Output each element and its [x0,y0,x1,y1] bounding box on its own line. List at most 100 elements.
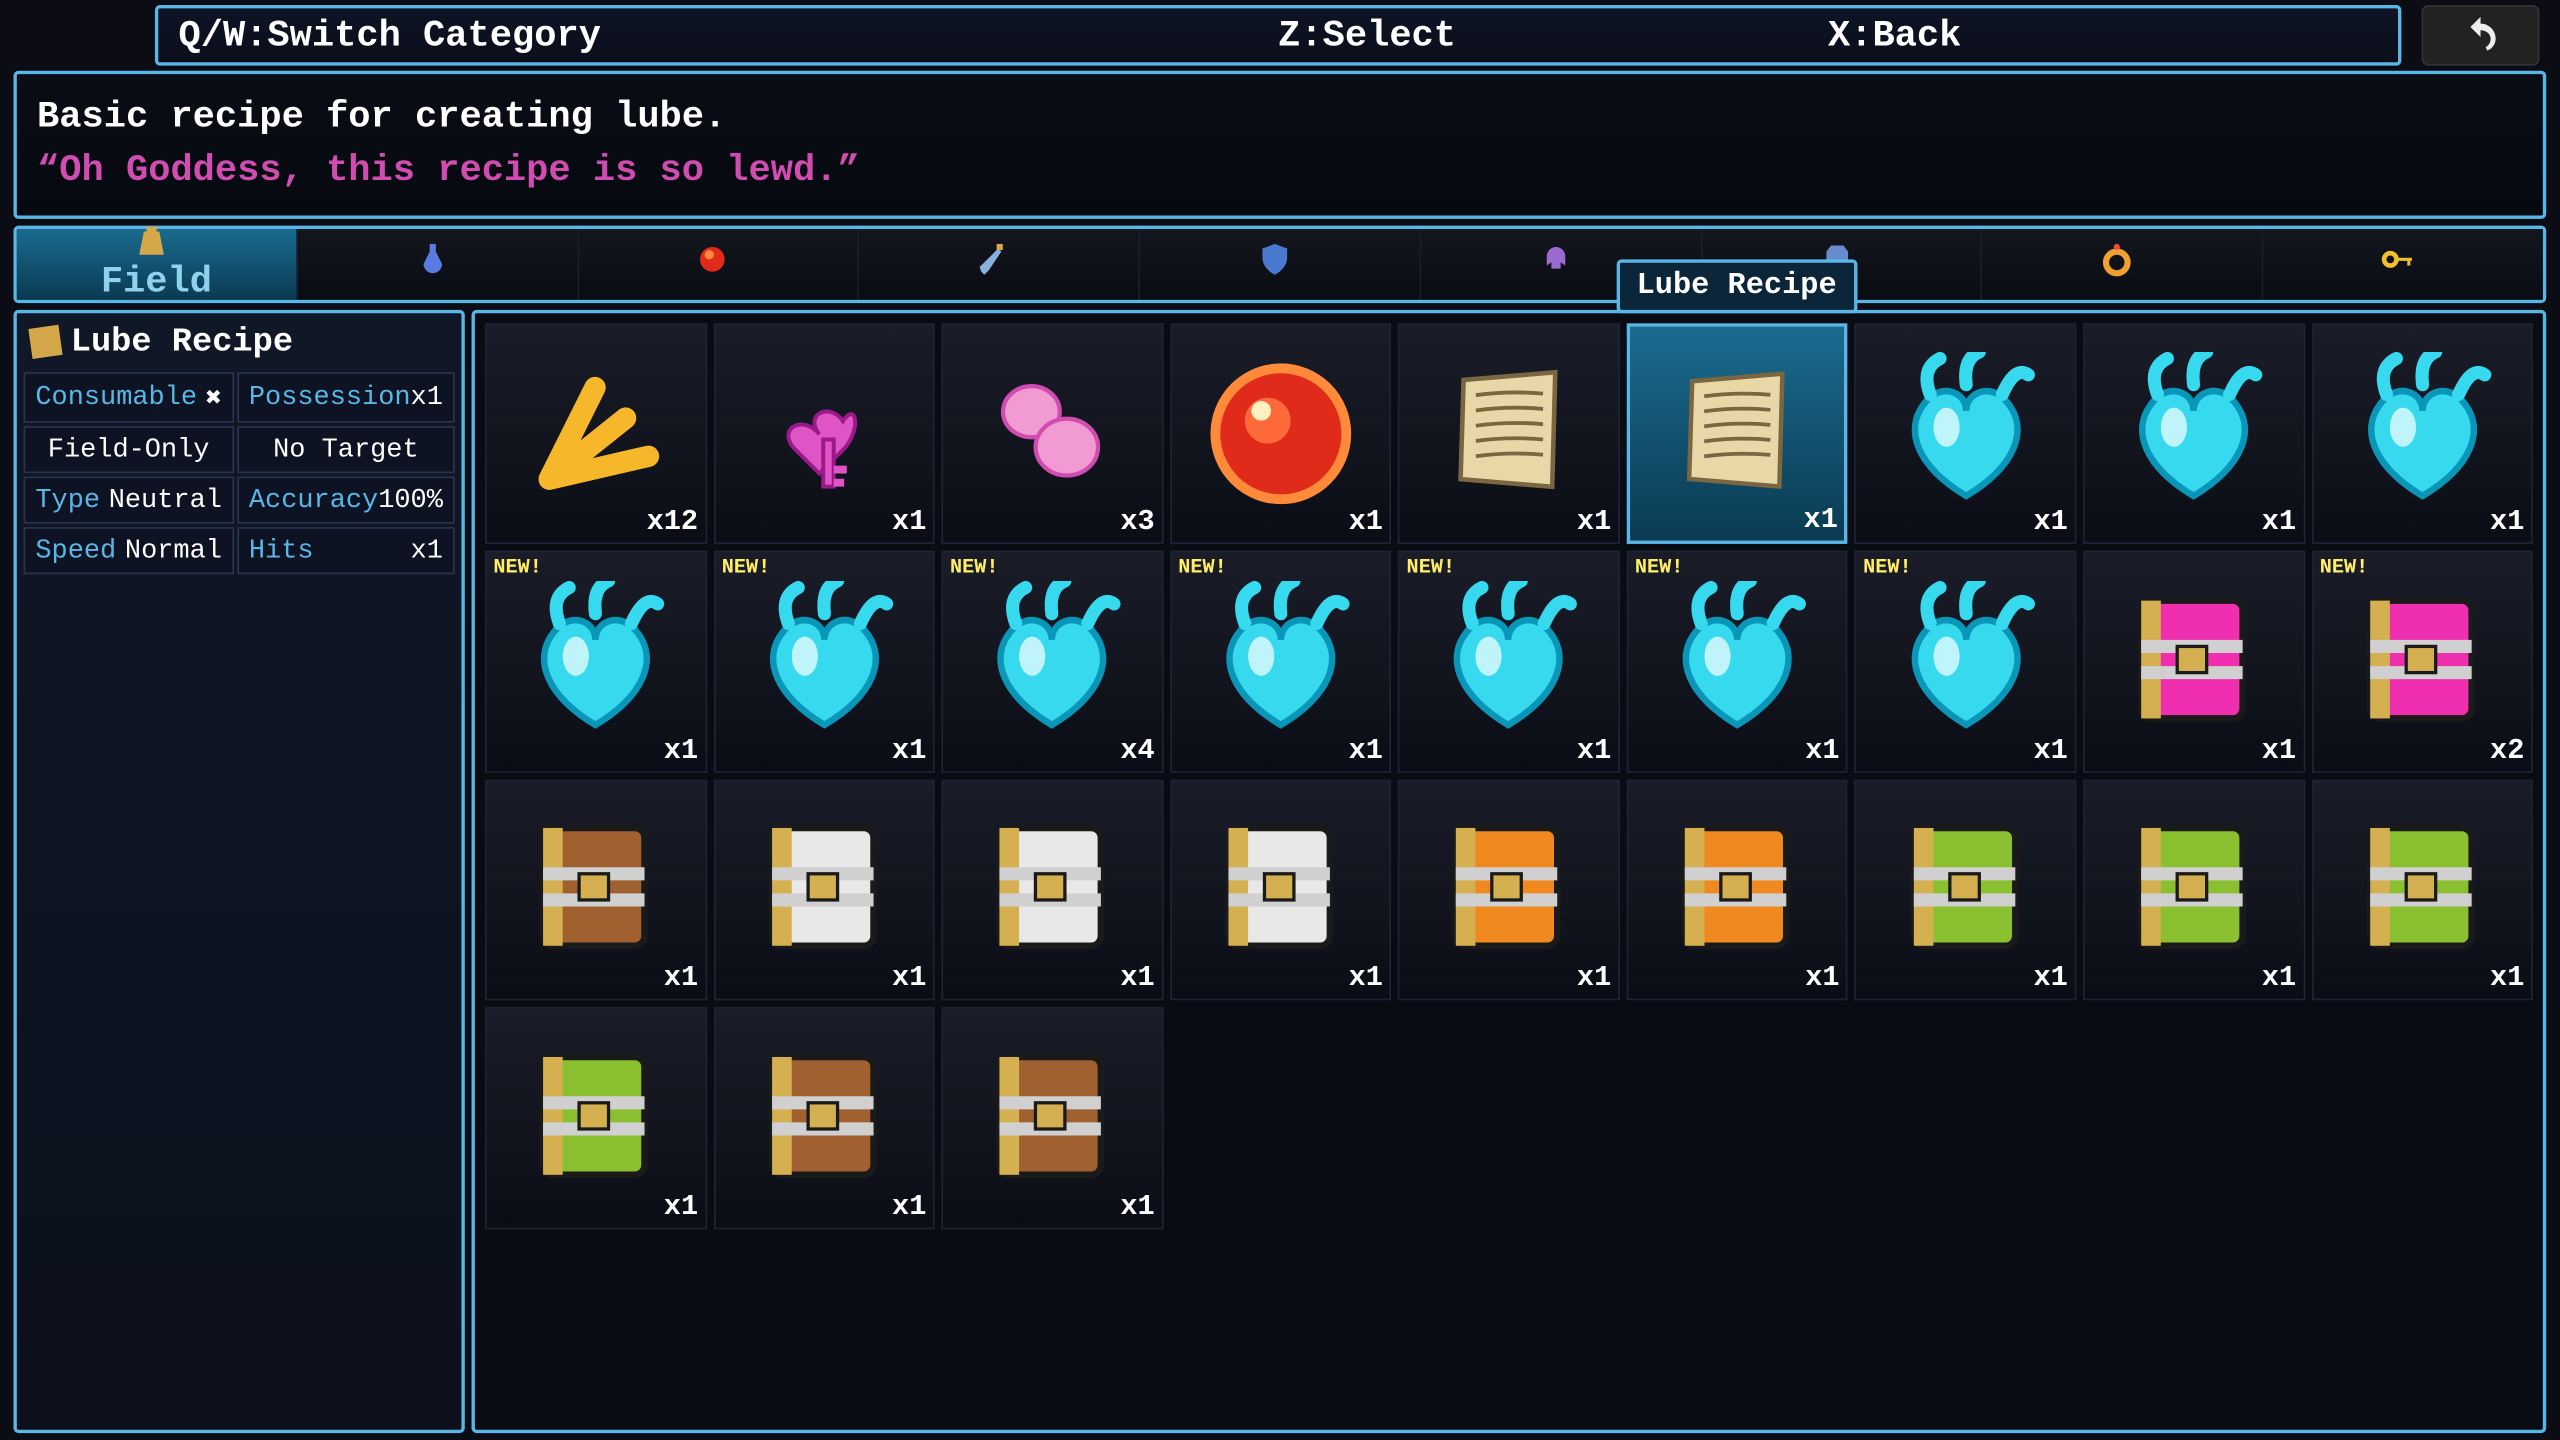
item-slot[interactable]: x1 [713,1008,935,1230]
item-quantity: x1 [1577,507,1611,539]
undo-icon [2455,15,2506,55]
item-quantity: x1 [1805,736,1839,768]
helm-icon [1537,240,1584,287]
item-quantity: x4 [1120,736,1154,768]
red-orb-icon [695,240,742,287]
item-slot[interactable]: x1 [1855,780,2077,1002]
category-tabs: Field [13,225,2546,302]
new-badge: NEW! [722,556,771,580]
item-quantity: x1 [892,736,926,768]
item-quantity: x3 [1120,507,1154,539]
stat-cell: Consumable✖ [24,372,234,423]
item-quantity: x2 [2490,736,2524,768]
help-select: Z:Select [1278,14,1828,56]
item-slot[interactable]: x1 [485,1008,707,1230]
item-slot[interactable]: x1 [1855,323,2077,545]
item-slot[interactable]: x1 [2083,780,2305,1002]
sword-icon [975,240,1022,287]
item-quantity: x1 [892,964,926,996]
new-badge: NEW! [1407,556,1456,580]
item-quantity: x1 [1577,736,1611,768]
category-tab-shield[interactable] [1140,229,1421,300]
item-slot[interactable]: x1 [713,323,935,545]
item-slot[interactable]: x1 [2083,323,2305,545]
item-slot[interactable]: x1 [1170,780,1392,1002]
item-quantity: x1 [2262,964,2296,996]
item-slot[interactable]: x1 [942,1008,1164,1230]
stat-cell: TypeNeutral [24,476,234,523]
description-box: Basic recipe for creating lube. “Oh Godd… [13,71,2546,219]
item-quantity: x1 [664,1192,698,1224]
stat-cell: Possessionx1 [237,372,455,423]
category-tab-field[interactable]: Field [17,229,298,300]
item-slot[interactable]: x1 [713,780,935,1002]
category-tab-orb[interactable] [579,229,860,300]
item-grid-panel: Lube Recipe x12x1x3x1x1x1x1x1x1NEW!x1NEW… [472,309,2547,1432]
item-slot[interactable]: NEW! x4 [942,551,1164,773]
category-tab-key[interactable] [2264,229,2543,300]
item-slot[interactable]: x1 [942,780,1164,1002]
item-slot[interactable]: x1 [1626,780,1848,1002]
item-quantity: x1 [2033,507,2067,539]
item-slot[interactable]: NEW! x1 [1626,551,1848,773]
item-quantity: x1 [1804,506,1838,538]
item-quantity: x1 [1120,1192,1154,1224]
description-text: Basic recipe for creating lube. [37,91,2523,145]
item-slot[interactable]: NEW! x1 [1855,551,2077,773]
item-slot[interactable]: x3 [942,323,1164,545]
category-tab-ring[interactable] [1983,229,2264,300]
new-badge: NEW! [950,556,999,580]
category-tab-weapon[interactable] [859,229,1140,300]
item-quantity: x1 [1349,964,1383,996]
item-slot[interactable]: x1 [2083,551,2305,773]
stat-cell: Accuracy100% [237,476,455,523]
item-slot[interactable]: x1 [485,780,707,1002]
top-bar: Q/W:Switch Category Z:Select X:Back [0,0,2560,71]
item-quantity: x1 [1349,736,1383,768]
item-quantity: x12 [647,507,699,539]
help-switch: Q/W:Switch Category [179,14,1279,56]
item-quantity: x1 [2490,507,2524,539]
item-quantity: x1 [1805,964,1839,996]
stat-grid: Consumable✖Possessionx1Field-OnlyNo Targ… [17,372,462,574]
item-quantity: x1 [664,964,698,996]
item-quantity: x1 [1120,964,1154,996]
recipe-icon [28,325,62,359]
category-tab-potion[interactable] [298,229,579,300]
item-quantity: x1 [2262,507,2296,539]
item-slot[interactable]: NEW! x1 [1398,551,1620,773]
new-badge: NEW! [1863,556,1912,580]
item-slot[interactable]: x1 [1398,780,1620,1002]
back-button[interactable] [2422,5,2540,66]
description-quote: “Oh Goddess, this recipe is so lewd.” [37,145,2523,199]
item-slot[interactable]: NEW! x1 [485,551,707,773]
item-tooltip: Lube Recipe [1616,259,1857,313]
stat-cell: SpeedNormal [24,527,234,574]
item-slot[interactable]: x1 [1626,323,1848,545]
item-slot[interactable]: NEW! x1 [713,551,935,773]
item-quantity: x1 [892,1192,926,1224]
item-quantity: x1 [664,736,698,768]
item-quantity: x1 [2490,964,2524,996]
stat-cell: Hitsx1 [237,527,455,574]
new-badge: NEW! [1635,556,1684,580]
item-slot[interactable]: NEW! x2 [2311,551,2533,773]
item-slot[interactable]: x1 [2311,780,2533,1002]
new-badge: NEW! [493,556,542,580]
item-quantity: x1 [2033,736,2067,768]
item-slot[interactable]: x12 [485,323,707,545]
stat-cell: No Target [237,426,455,473]
stat-cell: Field-Only [24,426,234,473]
detail-panel: Lube Recipe Consumable✖Possessionx1Field… [13,309,464,1432]
new-badge: NEW! [2320,556,2369,580]
item-grid: x12x1x3x1x1x1x1x1x1NEW!x1NEW!x1NEW!x4NEW… [485,323,2533,1229]
help-back: X:Back [1828,14,2378,56]
item-slot[interactable]: NEW! x1 [1170,551,1392,773]
shield-icon [1256,240,1303,287]
item-quantity: x1 [892,507,926,539]
item-slot[interactable]: x1 [1170,323,1392,545]
item-slot[interactable]: x1 [2311,323,2533,545]
key-icon [2380,240,2427,287]
new-badge: NEW! [1178,556,1227,580]
item-slot[interactable]: x1 [1398,323,1620,545]
